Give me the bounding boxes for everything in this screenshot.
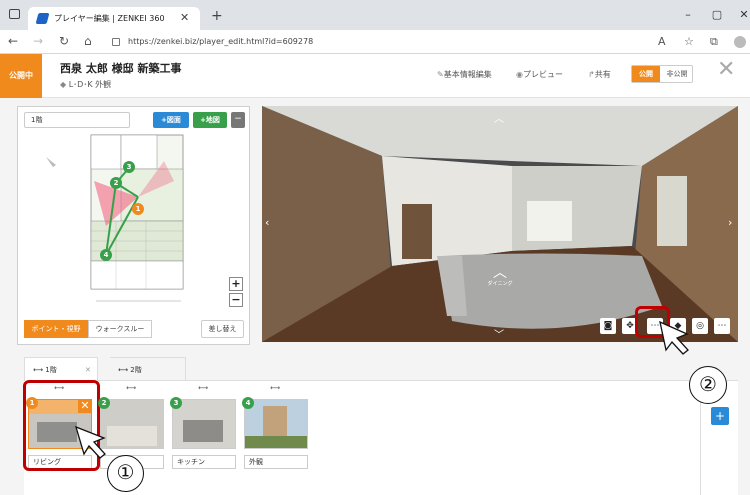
- maximize-icon[interactable]: ▢: [711, 9, 723, 21]
- tag-list: L･D･K 外観: [68, 80, 112, 89]
- tab-close-icon[interactable]: ✕: [180, 11, 189, 24]
- floor-plan-drawing: [46, 134, 184, 302]
- camera-icon[interactable]: ◙: [600, 318, 616, 334]
- scene-1-highlight: [23, 380, 100, 471]
- more-icon[interactable]: ⋯: [714, 318, 730, 334]
- plan-point-3[interactable]: 3: [123, 161, 135, 173]
- browser-tab-strip: プレイヤー編集 | ZENKEI 360 ✕ + – ▢ ✕: [0, 0, 750, 30]
- floor-tab-close-icon[interactable]: ✕: [85, 358, 91, 382]
- scene-label-3[interactable]: キッチン: [172, 455, 236, 469]
- arrows-icon: ⟷: [33, 366, 46, 374]
- collapse-panel-button[interactable]: −: [231, 112, 245, 128]
- new-tab-icon[interactable]: +: [211, 8, 223, 24]
- lock-icon: [112, 38, 120, 46]
- scene-thumb-4[interactable]: [244, 399, 308, 449]
- pan-up-icon[interactable]: ︿: [494, 110, 504, 125]
- hotspot-label: ダイニング: [487, 281, 513, 287]
- floor-tab-1[interactable]: ⟷ 1階 ✕: [24, 357, 98, 381]
- edit-info-link[interactable]: ✎基本情報編集: [437, 69, 492, 80]
- page-title: 西泉 太郎 様邸 新築工事: [60, 62, 182, 75]
- pan-left-icon[interactable]: ‹: [265, 216, 269, 229]
- reload-icon[interactable]: ↻: [59, 34, 69, 48]
- tab-point-view[interactable]: ポイント・視野: [24, 320, 88, 338]
- tab-walkthrough[interactable]: ウォークスルー: [88, 320, 152, 338]
- eye-icon: ◉: [516, 70, 523, 79]
- public-toggle[interactable]: 公開 非公開: [631, 65, 693, 83]
- compass-icon[interactable]: ◎: [692, 318, 708, 334]
- url-field[interactable]: https://zenkei.biz/player_edit.html?id=6…: [128, 34, 628, 50]
- plan-point-2[interactable]: 2: [110, 177, 122, 189]
- floor-tab-2[interactable]: ⟷ 2階: [110, 357, 186, 381]
- address-bar: ← → ↻ ⌂ https://zenkei.biz/player_edit.h…: [0, 30, 750, 54]
- private-option[interactable]: 非公開: [662, 66, 692, 82]
- floor-name-input[interactable]: 1階: [24, 112, 130, 128]
- move-handle-icon[interactable]: ⟷: [198, 384, 208, 392]
- scene-tags: ◆ L･D･K 外観: [60, 79, 111, 90]
- add-map-button[interactable]: +地図: [193, 112, 227, 128]
- scene-label-4[interactable]: 外観: [244, 455, 308, 469]
- pencil-icon: ✎: [437, 70, 444, 79]
- pan-right-icon[interactable]: ›: [728, 216, 732, 229]
- scene-thumb-2[interactable]: [100, 399, 164, 449]
- read-aloud-icon[interactable]: A: [658, 35, 666, 48]
- move-handle-icon[interactable]: ⟷: [270, 384, 280, 392]
- tab-actions-icon[interactable]: [9, 9, 20, 19]
- scene-number-3: 3: [170, 397, 182, 409]
- public-option[interactable]: 公開: [632, 66, 660, 82]
- share-icon: ↱: [588, 70, 595, 79]
- north-arrow-icon: [46, 157, 56, 167]
- close-editor-icon[interactable]: ✕: [717, 59, 735, 81]
- status-badge: 公開中: [0, 54, 42, 98]
- tag-tool-icon[interactable]: ◆: [670, 318, 686, 334]
- tab-title: プレイヤー編集 | ZENKEI 360: [54, 14, 165, 23]
- comment-tool-highlight: [635, 306, 670, 338]
- window-close-icon[interactable]: ✕: [738, 9, 750, 21]
- step-one-callout: ①: [107, 455, 144, 492]
- scene-number-4: 4: [242, 397, 254, 409]
- preview-link[interactable]: ◉プレビュー: [516, 69, 563, 80]
- add-plan-button[interactable]: +図面: [153, 112, 189, 128]
- back-icon[interactable]: ←: [8, 34, 18, 48]
- arrows-icon: ⟷: [118, 366, 131, 374]
- app-header: 公開中 西泉 太郎 様邸 新築工事 ◆ L･D･K 外観 ✎基本情報編集 ◉プレ…: [0, 54, 750, 98]
- browser-tab[interactable]: プレイヤー編集 | ZENKEI 360 ✕: [28, 7, 200, 30]
- zenkei-favicon-icon: [35, 13, 50, 24]
- floor-plan-panel: 1階 +図面 +地図 − 3 2 1 4 + − ポイント・視野 ウォークスルー…: [17, 106, 250, 345]
- step-two-callout: ②: [689, 366, 727, 404]
- forward-icon[interactable]: →: [33, 34, 43, 48]
- minimize-icon[interactable]: –: [682, 9, 694, 21]
- pan-down-icon[interactable]: ﹀: [494, 326, 504, 341]
- favorites-icon[interactable]: ☆: [684, 35, 694, 48]
- hotspot-dining[interactable]: ︿ ダイニング: [484, 266, 516, 287]
- home-icon[interactable]: ⌂: [84, 34, 92, 48]
- scene-thumb-3[interactable]: [172, 399, 236, 449]
- zoom-in-button[interactable]: +: [229, 277, 243, 291]
- floor-tab-bar: ⟷ 1階 ✕ ⟷ 2階: [24, 357, 738, 381]
- move-handle-icon[interactable]: ⟷: [126, 384, 136, 392]
- replace-button[interactable]: 差し替え: [201, 320, 244, 338]
- share-link[interactable]: ↱共有: [588, 69, 611, 80]
- profile-avatar[interactable]: [734, 36, 746, 48]
- scene-number-2: 2: [98, 397, 110, 409]
- plan-point-1[interactable]: 1: [132, 203, 144, 215]
- hotspot-arrow-icon: ︿: [493, 265, 507, 281]
- add-scene-button[interactable]: +: [711, 407, 729, 425]
- zoom-out-button[interactable]: −: [229, 293, 243, 307]
- collections-icon[interactable]: ⧉: [710, 35, 718, 49]
- plan-point-4[interactable]: 4: [100, 249, 112, 261]
- tag-icon: ◆: [60, 80, 69, 89]
